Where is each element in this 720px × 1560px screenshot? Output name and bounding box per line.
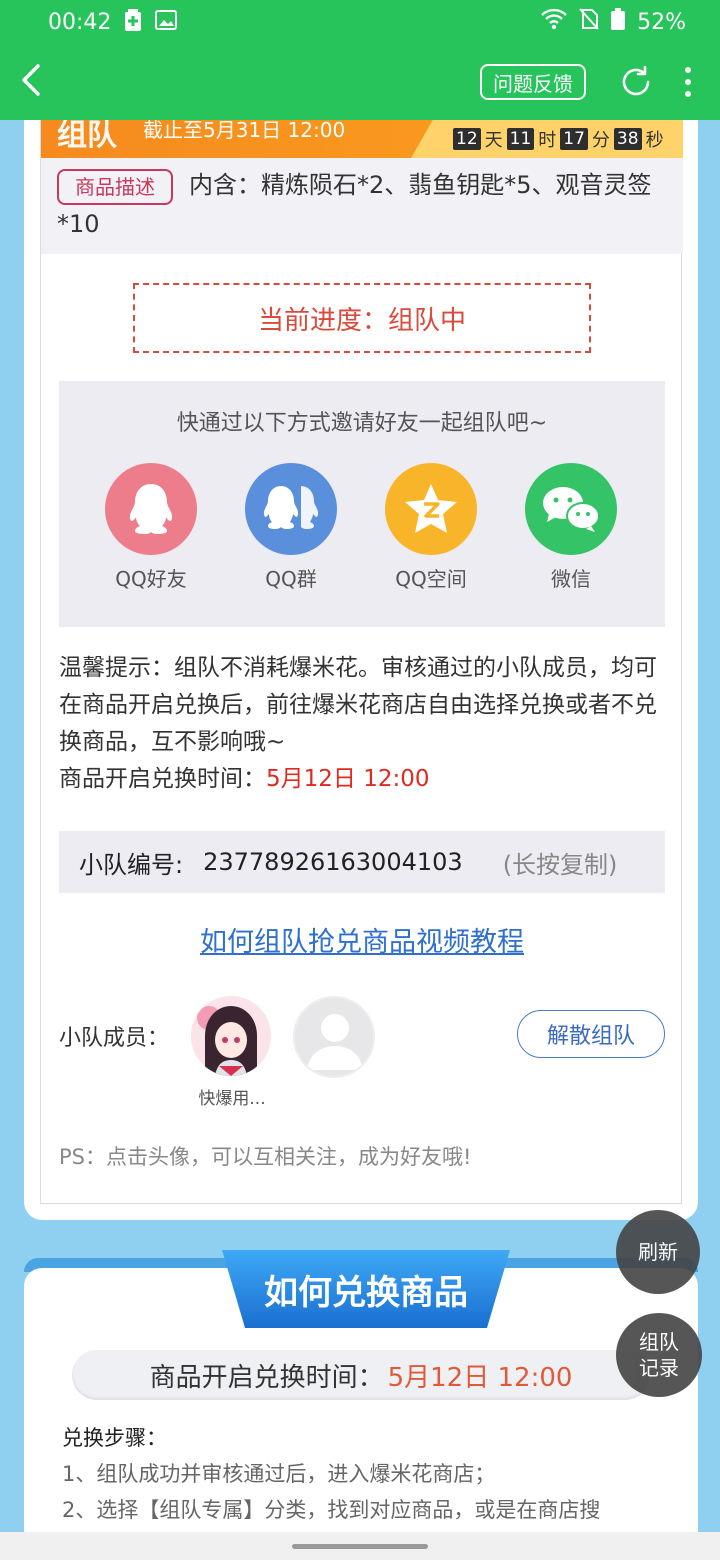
invite-panel: 快通过以下方式邀请好友一起组队吧~ QQ好友 QQ群 QQ空间 微信 xyxy=(59,381,665,627)
ps-note: PS：点击头像，可以互相关注，成为好友哦! xyxy=(59,1145,472,1169)
tips-open-time-value: 5月12日 12:00 xyxy=(266,766,430,792)
invite-title: 快通过以下方式邀请好友一起组队吧~ xyxy=(176,411,548,436)
share-qq-friend[interactable]: QQ好友 xyxy=(101,463,201,592)
back-arrow-icon xyxy=(22,64,40,96)
system-nav-bar xyxy=(0,1532,720,1560)
banner-deadline: 截止至5月31日 12:00 xyxy=(143,120,346,142)
home-indicator[interactable] xyxy=(292,1544,428,1549)
tips-block: 温馨提示：组队不消耗爆米花。审核通过的小队成员，均可在商品开启兑换后，前往爆米花… xyxy=(59,650,669,798)
avatar[interactable] xyxy=(191,996,271,1076)
status-bar: 00:42 52% xyxy=(0,0,720,44)
team-banner: 组队 截止至5月31日 12:00 12 天 11 时 17 分 38 秒 xyxy=(41,120,683,158)
share-qq-group-label: QQ群 xyxy=(265,567,317,591)
battery-percent: 52% xyxy=(637,9,686,35)
team-card: 组队 截止至5月31日 12:00 12 天 11 时 17 分 38 秒 商品… xyxy=(24,120,698,1220)
share-qzone[interactable]: QQ空间 xyxy=(381,463,481,592)
wechat-icon xyxy=(525,463,617,555)
countdown-seconds-unit: 秒 xyxy=(645,130,664,151)
battery-icon xyxy=(611,8,626,36)
header-bar: 问题反馈 xyxy=(0,44,720,120)
member-name-1: 快爆用... xyxy=(198,1089,266,1109)
progress-status: 当前进度：组队中 xyxy=(133,283,591,353)
countdown-minutes: 17 xyxy=(560,128,588,150)
refresh-fab[interactable]: 刷新 xyxy=(616,1210,700,1294)
countdown-seconds: 38 xyxy=(613,128,642,150)
exchange-steps: 兑换步骤： 1、组队成功并审核通过后，进入爆米花商店； 2、选择【组队专属】分类… xyxy=(62,1420,682,1528)
how-to-open-time-value: 5月12日 12:00 xyxy=(387,1362,573,1393)
share-wechat-label: 微信 xyxy=(551,567,591,591)
qq-group-icon xyxy=(245,463,337,555)
default-avatar-icon xyxy=(307,1014,363,1070)
share-qzone-label: QQ空间 xyxy=(395,567,467,591)
refresh-icon[interactable] xyxy=(618,64,654,100)
how-to-ribbon: 如何兑换商品 xyxy=(222,1250,510,1328)
tips-open-time: 商品开启兑换时间：5月12日 12:00 xyxy=(59,761,669,798)
video-tutorial-link[interactable]: 如何组队抢兑商品视频教程 xyxy=(41,920,683,959)
qzone-icon xyxy=(385,463,477,555)
more-menu-icon[interactable] xyxy=(676,64,700,100)
member-avatar-1[interactable]: 快爆用... xyxy=(191,996,273,1109)
product-description: 商品描述 内含：精炼陨石*2、翡鱼钥匙*5、观音灵签*10 xyxy=(41,158,683,254)
step-2: 2、选择【组队专属】分类，找到对应商品，或是在商店搜 xyxy=(62,1498,601,1522)
image-icon xyxy=(155,9,178,35)
countdown-hours-unit: 时 xyxy=(538,130,557,151)
battery-saver-icon xyxy=(125,8,142,36)
team-id-label: 小队编号: xyxy=(79,850,184,879)
status-time: 00:42 xyxy=(48,9,112,35)
countdown-days: 12 xyxy=(453,128,481,150)
countdown-minutes-unit: 分 xyxy=(591,130,610,151)
share-qq-friend-label: QQ好友 xyxy=(115,567,187,591)
qq-icon xyxy=(105,463,197,555)
team-id-row[interactable]: 小队编号: 23778926163004103 (长按复制) xyxy=(59,831,665,893)
team-id-copy-hint: (长按复制) xyxy=(502,850,618,879)
how-to-open-time-label: 商品开启兑换时间： xyxy=(149,1362,384,1393)
countdown-days-unit: 天 xyxy=(484,130,503,151)
share-wechat[interactable]: 微信 xyxy=(521,463,621,592)
tips-open-time-label: 商品开启兑换时间： xyxy=(59,766,266,792)
step-1: 1、组队成功并审核通过后，进入爆米花商店； xyxy=(62,1462,496,1486)
back-button[interactable] xyxy=(14,60,54,100)
no-sim-icon xyxy=(579,8,599,36)
how-to-open-time: 商品开启兑换时间： 5月12日 12:00 xyxy=(72,1350,650,1400)
tips-text: 温馨提示：组队不消耗爆米花。审核通过的小队成员，均可在商品开启兑换后，前往爆米花… xyxy=(59,655,657,755)
wifi-icon xyxy=(541,8,567,36)
team-records-fab[interactable]: 组队记录 xyxy=(616,1313,702,1397)
banner-title: 组队 xyxy=(57,120,117,153)
countdown-timer: 12 天 11 时 17 分 38 秒 xyxy=(411,120,683,158)
member-avatar-empty[interactable] xyxy=(293,996,375,1078)
members-label: 小队成员： xyxy=(59,1026,170,1051)
product-desc-tag: 商品描述 xyxy=(57,169,173,205)
disband-team-button[interactable]: 解散组队 xyxy=(517,1010,665,1058)
team-card-inner: 组队 截止至5月31日 12:00 12 天 11 时 17 分 38 秒 商品… xyxy=(40,120,683,1204)
team-id-value[interactable]: 23778926163004103 xyxy=(203,848,463,876)
steps-title: 兑换步骤： xyxy=(62,1426,167,1450)
countdown-hours: 11 xyxy=(506,128,535,150)
share-qq-group[interactable]: QQ群 xyxy=(241,463,341,592)
feedback-button[interactable]: 问题反馈 xyxy=(480,64,586,100)
